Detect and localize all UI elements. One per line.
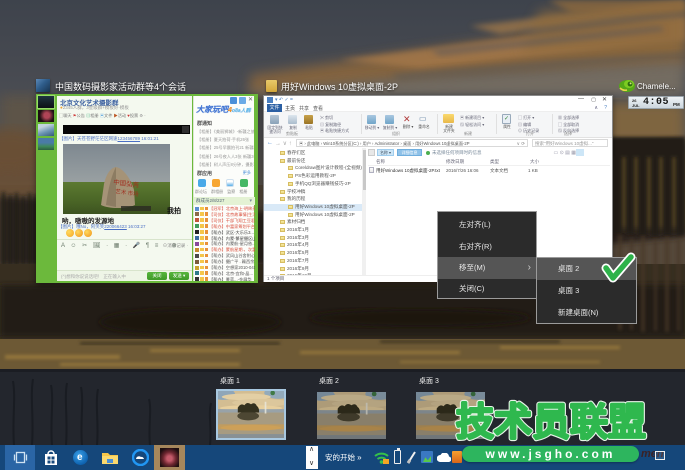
svg-text:技术员联盟: 技术员联盟 xyxy=(456,402,646,444)
